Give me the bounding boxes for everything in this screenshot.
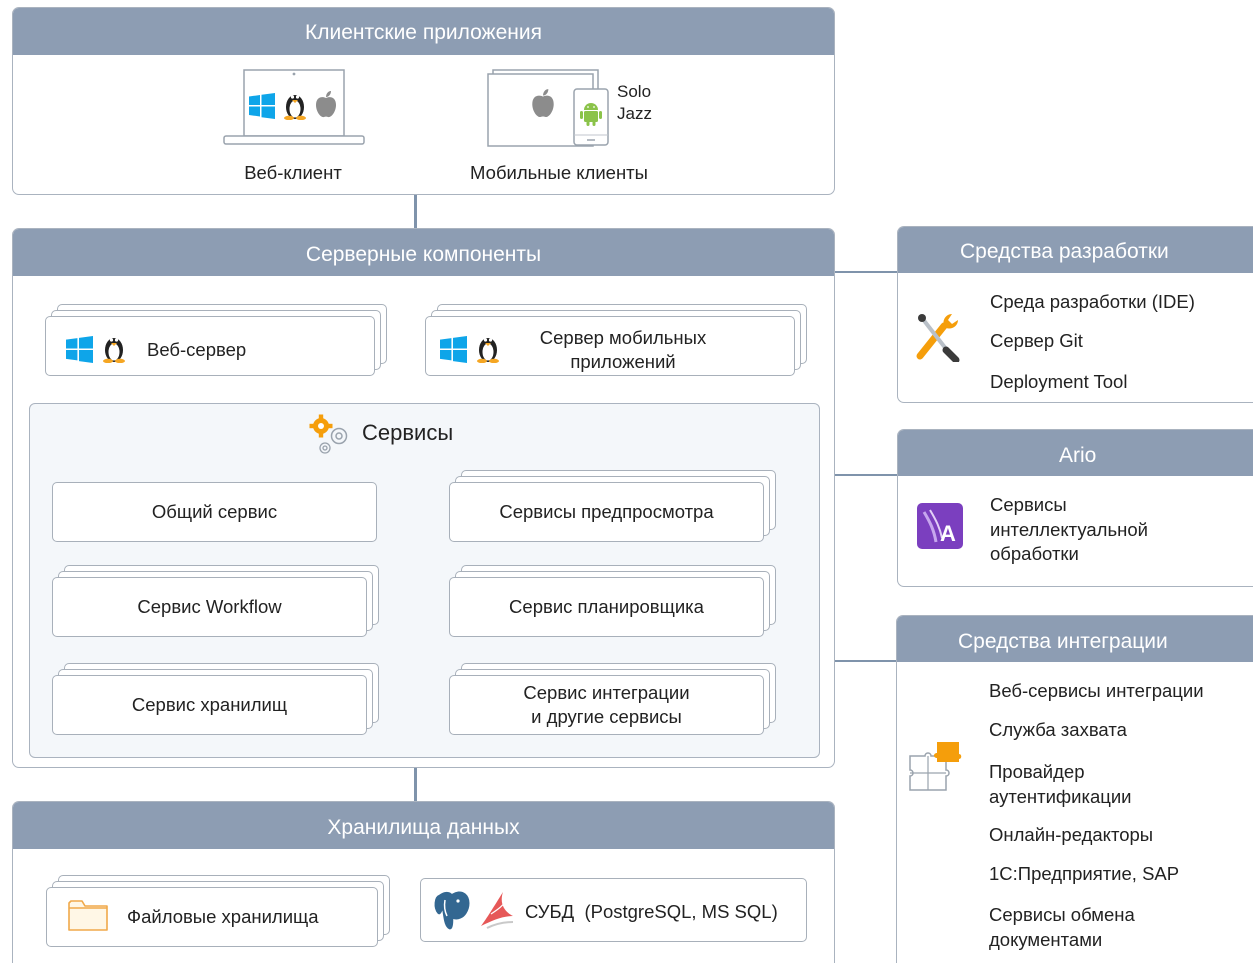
puzzle-icon xyxy=(907,740,963,794)
gears-icon xyxy=(308,414,352,456)
ario-item-text: Сервисы интеллектуальной обработки xyxy=(990,493,1148,567)
integration-service-line1: Сервис интеграции xyxy=(523,681,690,703)
integration-item-auth: Провайдер аутентификации xyxy=(989,760,1132,809)
dev-item-deploy: Deployment Tool xyxy=(990,371,1128,392)
integration-exchange-line1: Сервисы обмена xyxy=(989,904,1135,925)
scheduler-service-box: Сервис планировщика xyxy=(449,577,764,637)
integration-tools-panel: Средства интеграции Веб-сервисы интеграц… xyxy=(896,615,1253,963)
ario-title: Ario xyxy=(898,430,1253,476)
mssql-icon xyxy=(477,890,517,932)
integration-service-box: Сервис интеграции и другие сервисы xyxy=(449,675,764,735)
folder-icon xyxy=(68,899,108,931)
storage-service-stack: Сервис хранилищ xyxy=(52,663,379,737)
ario-line-2: интеллектуальной xyxy=(990,518,1148,540)
scheduler-service-stack: Сервис планировщика xyxy=(449,565,776,639)
connector-clients-server xyxy=(414,193,417,229)
dev-item-git: Сервер Git xyxy=(990,330,1083,351)
server-panel-title: Серверные компоненты xyxy=(13,229,834,276)
ario-line-3: обработки xyxy=(990,543,1079,564)
integration-item-exchange: Сервисы обмена документами xyxy=(989,903,1135,952)
windows-icon xyxy=(66,336,93,363)
integration-tools-title: Средства интеграции xyxy=(897,616,1253,662)
workflow-service-stack: Сервис Workflow xyxy=(52,565,379,639)
dev-item-ide: Среда разработки (IDE) xyxy=(990,291,1195,312)
linux-icon xyxy=(283,90,307,121)
storage-service-box: Сервис хранилищ xyxy=(52,675,367,735)
integration-auth-line1: Провайдер xyxy=(989,761,1085,782)
mobile-server-label-line1: Сервер мобильных xyxy=(539,327,707,348)
windows-icon xyxy=(249,93,275,119)
android-icon xyxy=(580,101,602,127)
integration-exchange-line2: документами xyxy=(989,928,1103,950)
ario-line-1: Сервисы xyxy=(990,494,1067,515)
connector-server-storage xyxy=(414,766,417,802)
mobile-clients-label: Мобильные клиенты xyxy=(470,162,648,183)
linux-icon xyxy=(102,333,126,364)
preview-service-stack: Сервисы предпросмотра xyxy=(449,470,776,544)
linux-icon xyxy=(476,333,500,364)
services-panel: Сервисы Общий сервис Сервисы предпросмот… xyxy=(29,403,820,758)
mobile-server-label: Сервер мобильных приложений xyxy=(513,326,733,374)
web-server-label: Веб-сервер xyxy=(147,339,247,360)
storage-panel-title: Хранилища данных xyxy=(13,802,834,849)
clients-panel-title: Клиентские приложения xyxy=(13,8,834,55)
integration-item-web-services: Веб-сервисы интеграции xyxy=(989,680,1204,701)
mobile-server-label-line2: приложений xyxy=(570,351,676,372)
connector-server-dev xyxy=(834,271,898,273)
dev-tools-title: Средства разработки xyxy=(898,227,1253,273)
dev-tools-panel: Средства разработки Среда разработки (ID… xyxy=(897,226,1253,403)
integration-service-line2: и другие сервисы xyxy=(531,706,682,727)
services-title: Сервисы xyxy=(362,420,454,445)
mobile-app-jazz: Jazz xyxy=(617,104,652,123)
connector-server-integration xyxy=(834,660,898,662)
mobile-app-solo: Solo xyxy=(617,82,652,101)
windows-icon xyxy=(440,336,467,363)
server-panel: Серверные компоненты Веб-сервер Сервер м… xyxy=(12,228,835,768)
file-storage-label: Файловые хранилища xyxy=(127,906,319,927)
integration-service-stack: Сервис интеграции и другие сервисы xyxy=(449,663,776,737)
integration-item-1c-sap: 1С:Предприятие, SAP xyxy=(989,863,1180,884)
apple-icon xyxy=(531,88,555,118)
tools-icon xyxy=(914,312,962,364)
storage-panel: Хранилища данных Файловые хранилища СУБД… xyxy=(12,801,835,963)
integration-item-editors: Онлайн-редакторы xyxy=(989,824,1154,845)
ario-logo-letter: A xyxy=(940,521,956,546)
connector-server-ario xyxy=(834,474,898,476)
integration-auth-line2: аутентификации xyxy=(989,785,1132,807)
web-client-label: Веб-клиент xyxy=(244,162,342,183)
workflow-service-box: Сервис Workflow xyxy=(52,577,367,637)
ario-panel: Ario A Сервисы интеллектуальной обработк… xyxy=(897,429,1253,587)
integration-item-capture: Служба захвата xyxy=(989,719,1127,740)
dbms-label: СУБД (PostgreSQL, MS SQL) xyxy=(525,901,778,922)
common-service-box: Общий сервис xyxy=(52,482,377,542)
postgresql-icon xyxy=(431,888,473,934)
clients-panel: Клиентские приложения Веб-клиент Solo Ja… xyxy=(12,7,835,195)
preview-service-box: Сервисы предпросмотра xyxy=(449,482,764,542)
apple-icon xyxy=(315,90,337,118)
